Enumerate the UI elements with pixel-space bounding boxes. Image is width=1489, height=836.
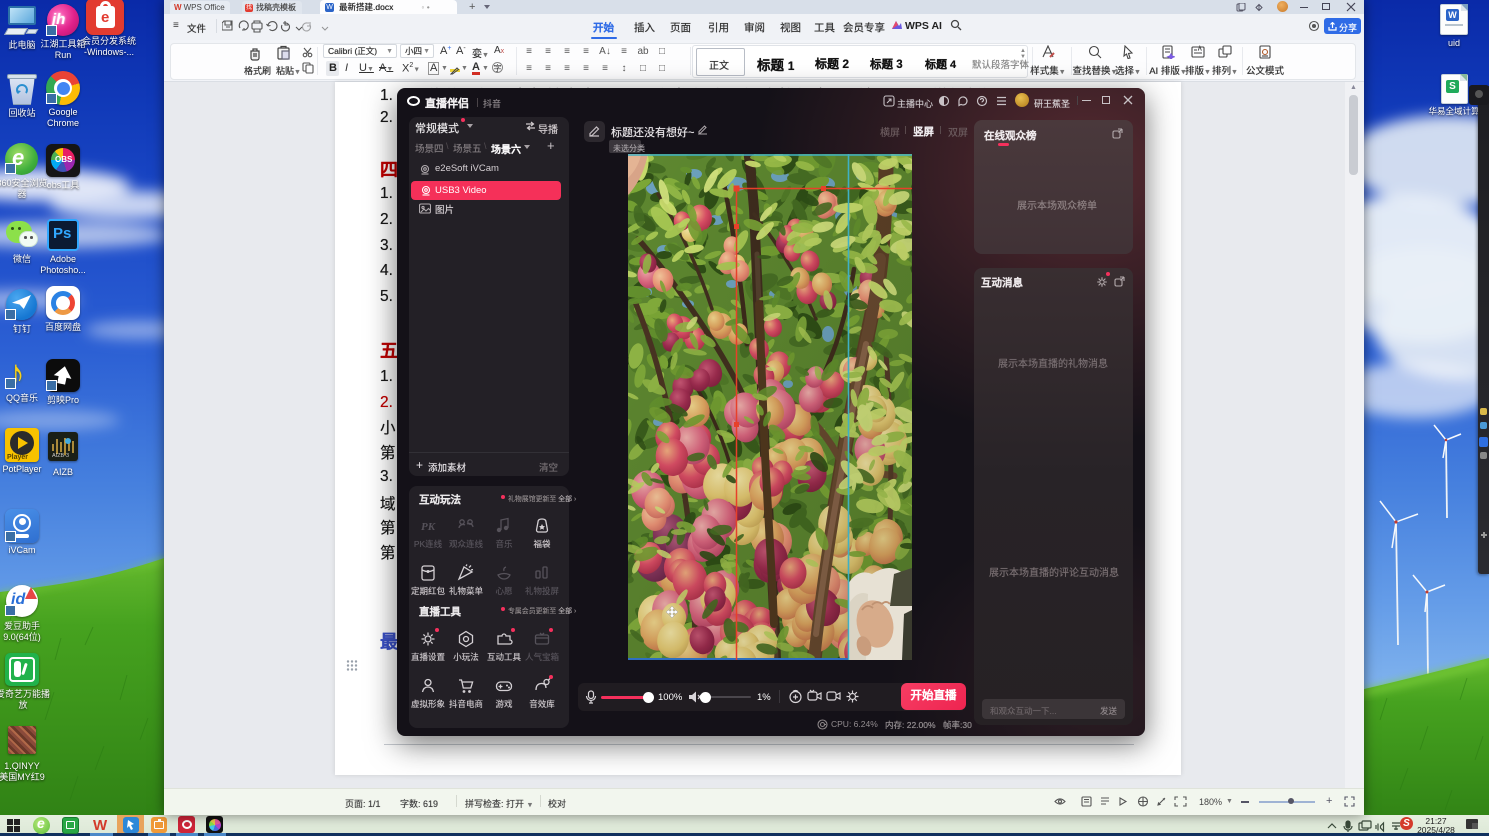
svg-text:PK: PK [421,521,436,533]
